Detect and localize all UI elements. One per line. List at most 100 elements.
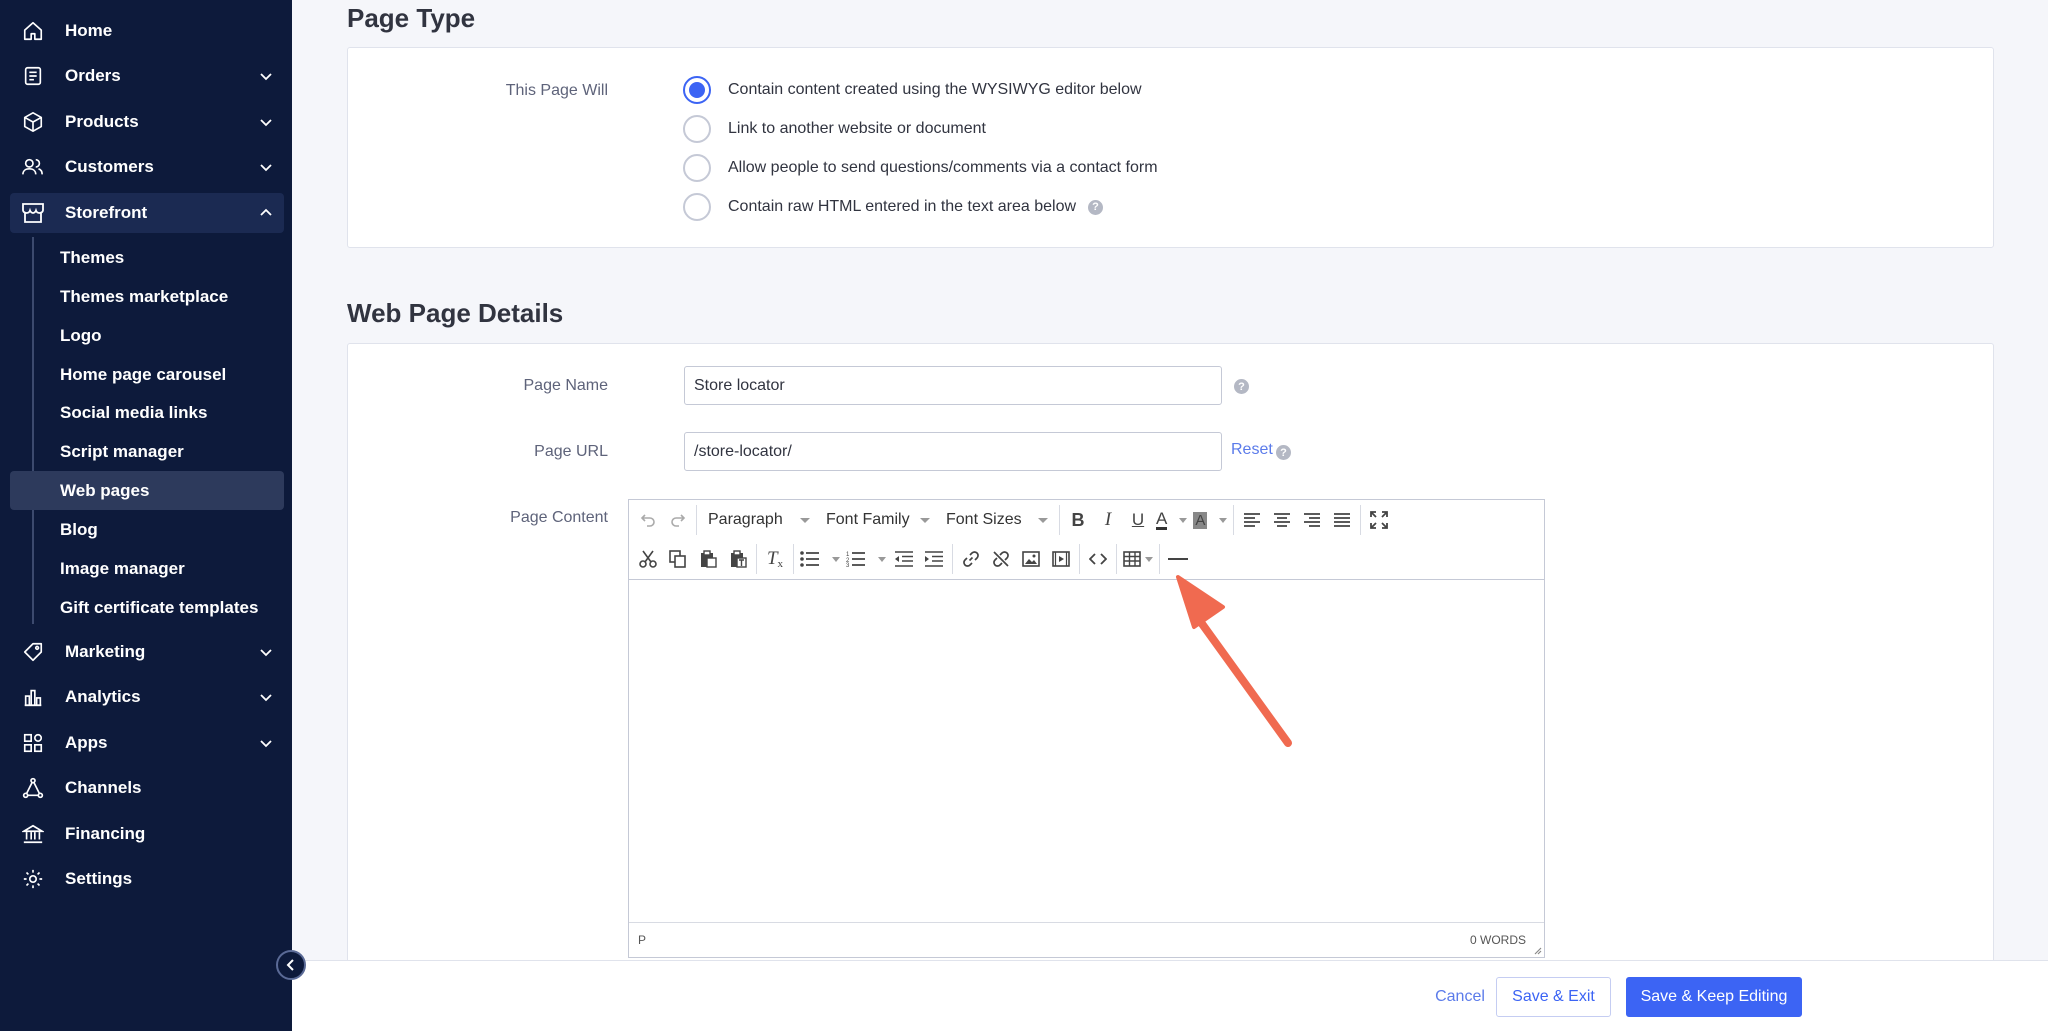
- cut-icon[interactable]: [633, 544, 663, 574]
- numbered-list-icon[interactable]: 123: [843, 544, 889, 574]
- nav-label: Financing: [65, 824, 146, 843]
- redo-icon[interactable]: [663, 505, 693, 535]
- bold-icon[interactable]: B: [1063, 505, 1093, 535]
- help-icon[interactable]: ?: [1088, 199, 1104, 215]
- font-family-select-value: Font Family: [826, 511, 910, 528]
- page-name-input[interactable]: [684, 366, 1222, 405]
- caret-down-icon: [800, 517, 810, 523]
- svg-text:3: 3: [846, 563, 850, 567]
- cancel-button[interactable]: Cancel: [1425, 977, 1495, 1017]
- marketing-icon: [18, 637, 48, 667]
- help-icon[interactable]: ?: [1276, 445, 1291, 460]
- sidebar-item-script-manager[interactable]: Script manager: [10, 432, 284, 471]
- underline-icon[interactable]: U: [1123, 505, 1153, 535]
- paste-text-icon[interactable]: [723, 544, 753, 574]
- unlink-icon[interactable]: [986, 544, 1016, 574]
- nav-item-settings[interactable]: Settings: [10, 859, 284, 899]
- nav-item-storefront[interactable]: Storefront: [10, 193, 284, 233]
- chevron-up-icon: [256, 203, 276, 223]
- font-family-select[interactable]: Font Family: [818, 505, 938, 535]
- caret-down-icon: [1038, 517, 1048, 523]
- nav-item-analytics[interactable]: Analytics: [10, 677, 284, 717]
- editor-content-area[interactable]: [629, 579, 1544, 922]
- sub-label: Themes: [60, 247, 125, 267]
- help-icon[interactable]: ?: [1234, 379, 1249, 394]
- source-code-icon[interactable]: [1083, 544, 1113, 574]
- radio-option-raw-html[interactable]: Contain raw HTML entered in the text are…: [683, 193, 1104, 221]
- page-url-input[interactable]: [684, 432, 1222, 471]
- annotation-arrow-icon: [1176, 575, 1292, 747]
- save-keep-editing-button[interactable]: Save & Keep Editing: [1626, 977, 1802, 1017]
- word-count: 0 WORDS: [1469, 933, 1526, 947]
- sidebar-item-themes-marketplace[interactable]: Themes marketplace: [10, 277, 284, 316]
- wysiwyg-editor: Paragraph Font Family Font Sizes B I U A…: [628, 499, 1545, 958]
- page-content-label: Page Content: [510, 509, 608, 526]
- save-exit-button[interactable]: Save & Exit: [1496, 977, 1611, 1017]
- radio-option-link[interactable]: Link to another website or document: [683, 115, 986, 143]
- background-color-icon[interactable]: A: [1190, 505, 1230, 535]
- gear-icon: [18, 864, 48, 894]
- fullscreen-icon[interactable]: [1364, 505, 1394, 535]
- nav-item-channels[interactable]: Channels: [10, 768, 284, 808]
- copy-icon[interactable]: [663, 544, 693, 574]
- table-icon[interactable]: [1120, 544, 1156, 574]
- caret-down-icon: [920, 517, 930, 523]
- radio-label: Contain raw HTML entered in the text are…: [728, 198, 1077, 215]
- radio-link[interactable]: [683, 115, 711, 143]
- storefront-icon: [18, 198, 48, 228]
- sidebar-item-social-media-links[interactable]: Social media links: [10, 393, 284, 432]
- sub-label: Web pages: [60, 480, 150, 500]
- collapse-sidebar-button[interactable]: [276, 950, 306, 980]
- nav-item-products[interactable]: Products: [10, 102, 284, 142]
- radio-raw-html[interactable]: [683, 193, 711, 221]
- align-justify-icon[interactable]: [1327, 505, 1357, 535]
- page-url-label: Page URL: [534, 443, 608, 460]
- web-page-details-title: Web Page Details: [347, 298, 564, 328]
- format-select[interactable]: Paragraph: [700, 505, 818, 535]
- sidebar-item-home-page-carousel[interactable]: Home page carousel: [10, 355, 284, 394]
- sidebar-item-logo[interactable]: Logo: [10, 316, 284, 355]
- sidebar-item-image-manager[interactable]: Image manager: [10, 549, 284, 588]
- nav-item-apps[interactable]: Apps: [10, 723, 284, 763]
- page-name-label: Page Name: [523, 377, 609, 394]
- radio-option-contact-form[interactable]: Allow people to send questions/comments …: [683, 154, 1158, 182]
- link-icon[interactable]: [956, 544, 986, 574]
- undo-icon[interactable]: [633, 505, 663, 535]
- align-left-icon[interactable]: [1237, 505, 1267, 535]
- align-center-icon[interactable]: [1267, 505, 1297, 535]
- outdent-icon[interactable]: [889, 544, 919, 574]
- indent-icon[interactable]: [919, 544, 949, 574]
- toolbar-separator: [793, 544, 794, 574]
- nav-label: Marketing: [65, 642, 146, 661]
- nav-item-marketing[interactable]: Marketing: [10, 632, 284, 672]
- nav-label: Home: [65, 21, 113, 40]
- italic-icon[interactable]: I: [1093, 505, 1123, 535]
- image-icon[interactable]: [1016, 544, 1046, 574]
- radio-contact-form[interactable]: [683, 154, 711, 182]
- nav-item-orders[interactable]: Orders: [10, 56, 284, 96]
- bullet-list-icon[interactable]: [797, 544, 843, 574]
- paste-icon[interactable]: [693, 544, 723, 574]
- clear-formatting-icon[interactable]: Tx: [760, 544, 790, 574]
- sidebar-item-gift-certificate-templates[interactable]: Gift certificate templates: [10, 588, 284, 627]
- text-color-icon[interactable]: A: [1153, 505, 1190, 535]
- font-sizes-select[interactable]: Font Sizes: [938, 505, 1056, 535]
- nav-item-customers[interactable]: Customers: [10, 147, 284, 187]
- sidebar-item-blog[interactable]: Blog: [10, 510, 284, 549]
- sub-label: Social media links: [60, 402, 208, 422]
- align-right-icon[interactable]: [1297, 505, 1327, 535]
- resize-handle-icon[interactable]: [1532, 945, 1542, 955]
- radio-label: Contain content created using the WYSIWY…: [728, 81, 1142, 98]
- radio-wysiwyg[interactable]: [683, 76, 711, 104]
- nav-item-financing[interactable]: Financing: [10, 814, 284, 854]
- sub-label: Logo: [60, 325, 102, 345]
- toolbar-separator: [1116, 544, 1117, 574]
- sub-label: Home page carousel: [60, 364, 227, 384]
- reset-url-link[interactable]: Reset: [1231, 441, 1273, 459]
- nav-item-home[interactable]: Home: [10, 11, 284, 51]
- nav-label: Channels: [65, 778, 142, 797]
- radio-option-wysiwyg[interactable]: Contain content created using the WYSIWY…: [683, 76, 1142, 104]
- sidebar-item-web-pages[interactable]: Web pages: [10, 471, 284, 510]
- sidebar-item-themes[interactable]: Themes: [10, 238, 284, 277]
- media-icon[interactable]: [1046, 544, 1076, 574]
